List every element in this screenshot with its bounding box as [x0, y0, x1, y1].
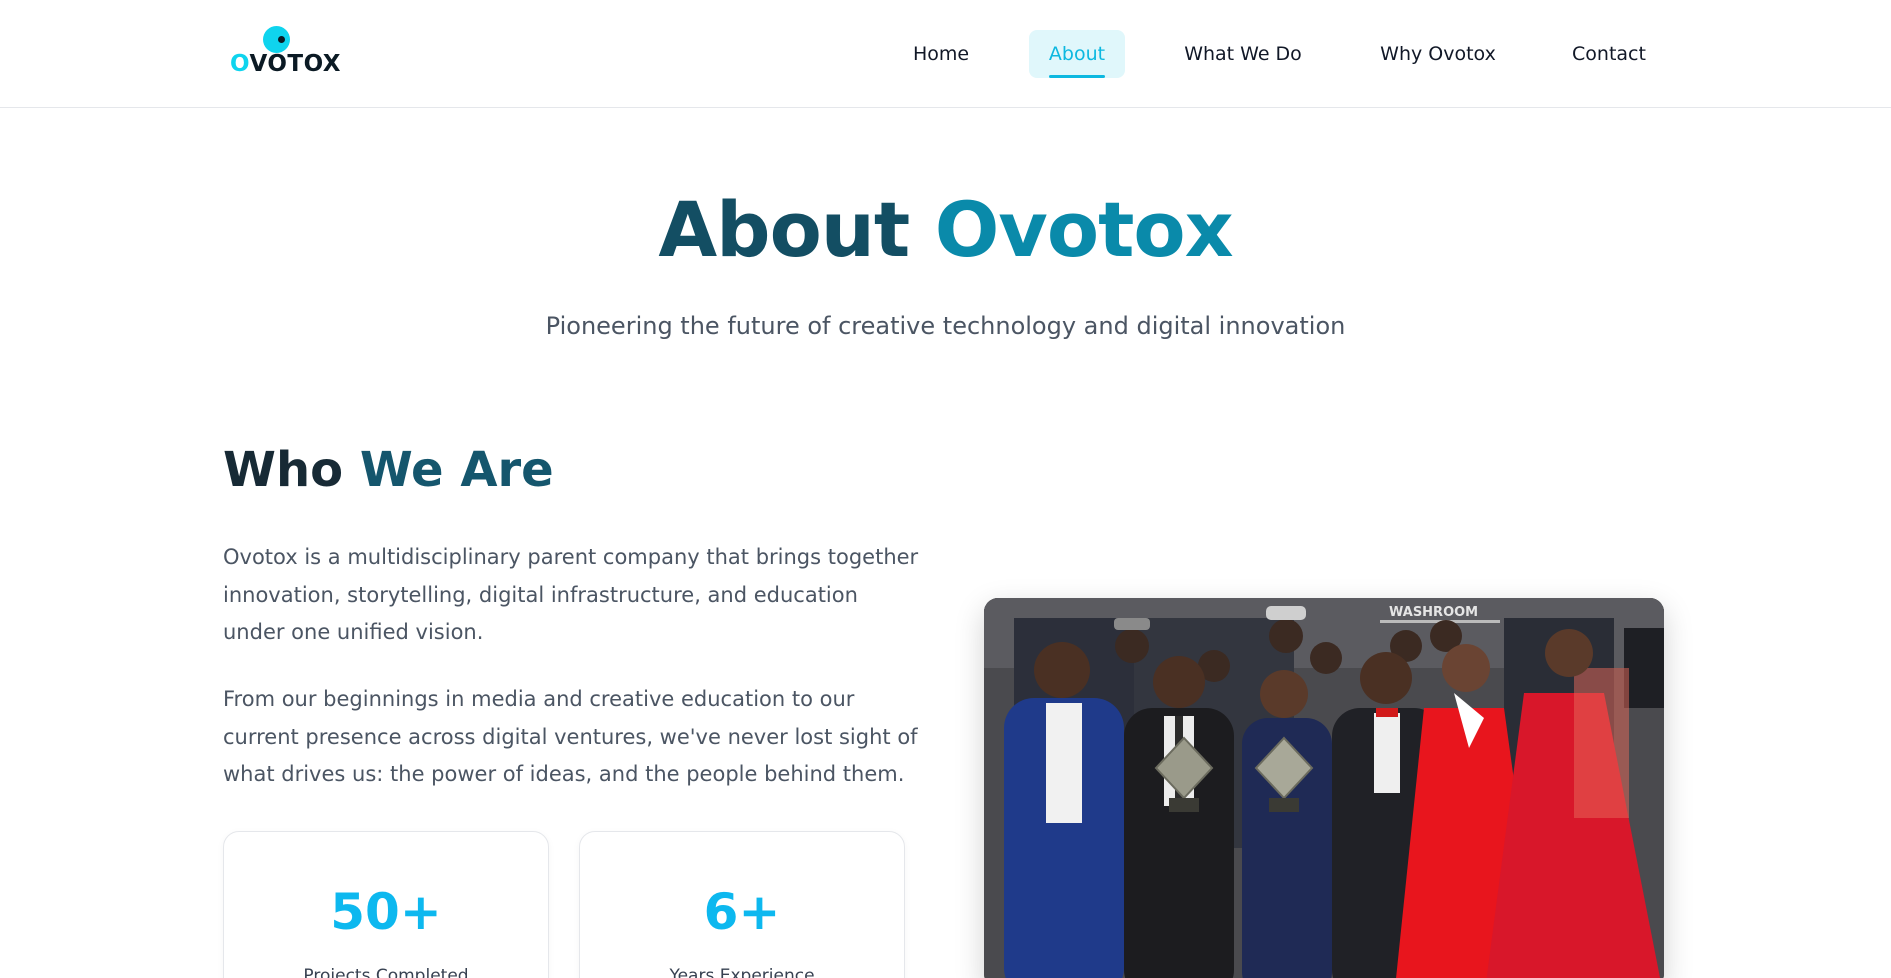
nav-item-what-we-do[interactable]: What We Do: [1173, 30, 1313, 78]
logo-text: OVOTOX: [230, 51, 342, 77]
active-underline: [1049, 75, 1105, 78]
logo-dot-icon: [263, 26, 290, 53]
nav-item-why-ovotox[interactable]: Why Ovotox: [1368, 30, 1508, 78]
stat-value: 50+: [330, 883, 442, 941]
site-header: OVOTOX Home About What We Do Why Ovotox …: [0, 0, 1891, 108]
stat-card-projects: 50+ Projects Completed: [223, 831, 549, 978]
nav-item-about[interactable]: About: [1029, 30, 1125, 78]
stat-card-experience: 6+ Years Experience: [579, 831, 905, 978]
stat-label: Projects Completed: [303, 966, 469, 978]
section-title-who-we-are: Who We Are: [223, 442, 554, 498]
team-photo: WASHROOM: [984, 598, 1664, 978]
nav-item-about-label: About: [1048, 43, 1106, 65]
ovotox-logo[interactable]: OVOTOX: [230, 24, 341, 80]
nav-item-home[interactable]: Home: [900, 30, 982, 78]
nav-item-contact[interactable]: Contact: [1563, 30, 1655, 78]
history-paragraph: From our beginnings in media and creativ…: [223, 687, 918, 786]
stat-value: 6+: [703, 883, 781, 941]
banner-text: WASHROOM: [1389, 605, 1478, 620]
team-photo-illustration: WASHROOM: [984, 598, 1664, 978]
page-subtitle: Pioneering the future of creative techno…: [545, 312, 1346, 340]
page-title: About Ovotox: [658, 185, 1233, 274]
stat-label: Years Experience: [669, 966, 815, 978]
intro-paragraph: Ovotox is a multidisciplinary parent com…: [223, 545, 919, 644]
